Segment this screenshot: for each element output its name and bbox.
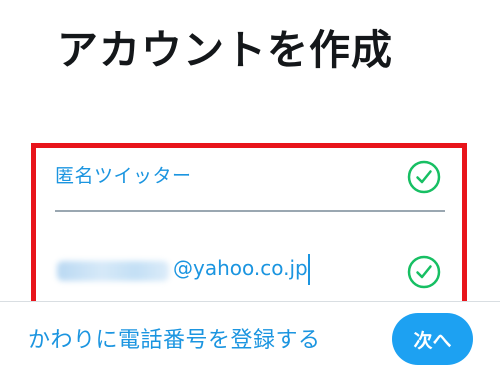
email-domain-text: @yahoo.co.jp [173, 256, 308, 280]
name-input-value: 匿名ツイッター [55, 165, 192, 187]
bottom-bar: かわりに電話番号を登録する 次へ [0, 301, 500, 381]
text-caret [308, 254, 310, 285]
name-valid-check-icon [407, 160, 441, 194]
name-field[interactable]: 匿名ツイッター [55, 150, 445, 212]
use-phone-instead-link[interactable]: かわりに電話番号を登録する [28, 322, 321, 354]
email-field[interactable]: @yahoo.co.jp [55, 245, 445, 297]
email-local-part-blurred [57, 261, 169, 281]
next-button[interactable]: 次へ [392, 313, 473, 365]
page-title: アカウントを作成 [57, 26, 393, 74]
email-valid-check-icon [407, 255, 441, 289]
